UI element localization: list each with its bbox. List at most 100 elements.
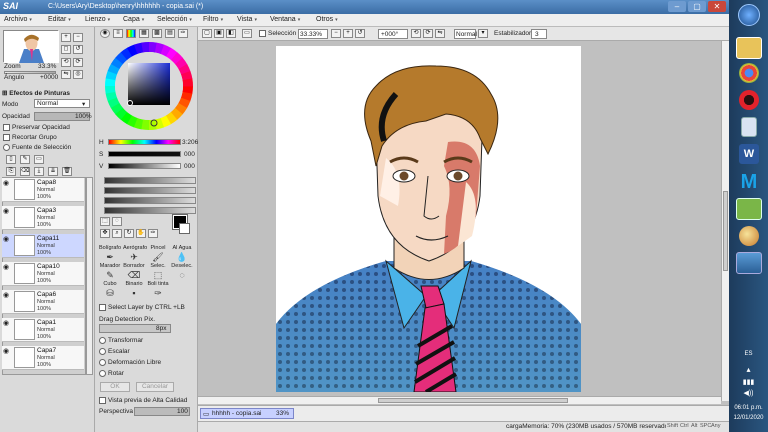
layer-row[interactable]: ◉ Capa1 Normal 100% — [2, 318, 84, 342]
value-slider[interactable] — [108, 163, 181, 169]
eyedropper-icon[interactable]: ✑ — [148, 229, 158, 238]
clock-time[interactable]: 06:01 p.m. — [729, 405, 768, 411]
tool-label[interactable]: Bolígrafo — [99, 245, 121, 251]
hq-preview-checkbox[interactable] — [99, 397, 106, 404]
tool-label[interactable]: Cubo — [99, 281, 121, 287]
tool-label[interactable]: Borrador — [123, 263, 145, 269]
canvas-horizontal-scrollbar[interactable] — [198, 396, 721, 404]
zoom-in-icon[interactable]: + — [61, 33, 71, 42]
horizontal-scroll-thumb[interactable] — [378, 398, 568, 403]
merge-down-icon[interactable]: ⤓ — [34, 167, 44, 176]
clear-layer-icon[interactable]: ⌫ — [20, 167, 30, 176]
drawing-canvas[interactable] — [276, 46, 581, 392]
layer-row[interactable]: ◉ Capa8 Normal 100% — [2, 178, 84, 202]
eyedropper-tab-icon[interactable]: ✑ — [178, 29, 188, 38]
layer-row[interactable]: ◉ Capa3 Normal 100% — [2, 206, 84, 230]
zoom-in-button-icon[interactable]: + — [343, 29, 353, 38]
layer-row[interactable]: ◉ Capa11 Normal 100% — [2, 234, 84, 258]
new-folder-icon[interactable]: ▭ — [34, 155, 44, 164]
hue-slider[interactable] — [108, 139, 181, 145]
zoom-out-button-icon[interactable]: − — [331, 29, 341, 38]
navigator-thumbnail[interactable] — [3, 30, 59, 63]
tool-brush-icon[interactable]: ✒ — [99, 252, 121, 263]
tool-label[interactable]: Al Agua — [171, 245, 193, 251]
rotate-radio[interactable] — [99, 370, 106, 377]
visibility-eye-icon[interactable]: ◉ — [3, 292, 11, 300]
mixer-slider-1[interactable] — [104, 177, 196, 184]
mode-field[interactable]: Normal — [454, 29, 477, 39]
zoom-tool-icon[interactable]: ⌕ — [112, 229, 122, 238]
menu-seleccion[interactable]: Selección ▾ — [157, 16, 192, 23]
mode-dropdown-icon[interactable]: ▾ — [478, 29, 488, 38]
rotate-left-icon[interactable]: ⟲ — [61, 58, 71, 67]
deselect-icon[interactable]: ▣ — [214, 29, 224, 38]
menu-archivo[interactable]: Archivo ▾ — [4, 16, 32, 23]
tool-brush-icon[interactable]: 🖌 — [147, 252, 169, 263]
tool-brush-icon[interactable]: ⌫ — [123, 270, 145, 281]
layer-scrollbar[interactable] — [86, 177, 93, 375]
select-all-icon[interactable]: ▢ — [202, 29, 212, 38]
tool-label[interactable]: Deselec. — [171, 263, 193, 269]
zoom-fit-icon[interactable]: ◻ — [61, 45, 71, 54]
saturation-slider[interactable] — [108, 151, 181, 157]
zoom-out-icon[interactable]: − — [73, 33, 83, 42]
opacity-slider[interactable]: 100% — [34, 112, 92, 121]
start-button-icon[interactable] — [738, 4, 760, 26]
paint-icon[interactable] — [739, 226, 759, 246]
notepad-icon[interactable] — [741, 117, 757, 137]
word-icon[interactable]: W — [739, 144, 759, 164]
blend-mode-select[interactable]: Normal ▾ — [34, 99, 90, 108]
tool-brush-icon[interactable]: ▪ — [123, 288, 145, 298]
clock-date[interactable]: 12/01/2020 — [729, 415, 768, 421]
clear-icon[interactable]: ▭ — [242, 29, 252, 38]
menu-filtro[interactable]: Filtro ▾ — [203, 16, 223, 23]
drag-detection-slider[interactable]: 8px — [99, 324, 171, 333]
swatches-tab-icon[interactable]: ▩ — [152, 29, 162, 38]
movistar-icon[interactable]: M — [736, 171, 762, 193]
tool-brush-icon[interactable]: ✎ — [99, 270, 121, 281]
visibility-eye-icon[interactable]: ◉ — [3, 348, 11, 356]
canvas-vertical-scrollbar[interactable] — [721, 41, 729, 401]
visibility-eye-icon[interactable]: ◉ — [3, 264, 11, 272]
new-layer-icon[interactable]: ▯ — [6, 155, 16, 164]
color-wheel[interactable] — [104, 41, 194, 131]
color-mixer-tab-icon[interactable]: ▦ — [139, 29, 149, 38]
preserve-opacity-checkbox[interactable] — [3, 124, 10, 131]
scale-radio[interactable] — [99, 348, 106, 355]
rotate-right-icon[interactable]: ⟳ — [73, 58, 83, 67]
hand-tool-icon[interactable]: ✋ — [136, 229, 146, 238]
merge-all-icon[interactable]: ⇊ — [48, 167, 58, 176]
invert-icon[interactable]: ◧ — [226, 29, 236, 38]
lasso-tool-icon[interactable]: ◌ — [112, 217, 122, 226]
menu-editar[interactable]: Editar ▾ — [48, 16, 71, 23]
tool-brush-icon[interactable]: ◌ — [171, 270, 193, 280]
zoom-value[interactable]: 33.3% — [38, 63, 56, 70]
notification-chevron-icon[interactable]: ▴ — [729, 365, 768, 374]
close-button[interactable]: ✕ — [708, 1, 726, 12]
volume-icon[interactable]: ◀)) — [729, 389, 768, 397]
mixer-slider-3[interactable] — [104, 197, 196, 204]
minimize-button[interactable]: – — [668, 1, 686, 12]
stabilizer-field[interactable]: 3 — [531, 29, 547, 39]
background-color-swatch[interactable] — [179, 223, 190, 234]
menu-ventana[interactable]: Ventana ▾ — [270, 16, 300, 23]
menu-vista[interactable]: Vista ▾ — [237, 16, 257, 23]
selection-checkbox[interactable] — [259, 30, 266, 37]
tool-brush-icon[interactable]: 💧 — [171, 252, 193, 263]
document-tab[interactable]: ▭ hhhhh - copia.sai 33% — [200, 408, 294, 419]
tool-brush-icon[interactable]: ✑ — [147, 288, 169, 299]
color-wheel-tab-icon[interactable]: ◉ — [100, 29, 110, 38]
select-layer-checkbox[interactable] — [99, 304, 106, 311]
layer-row[interactable]: ◉ Capa6 Normal 100% — [2, 290, 84, 314]
effects-header[interactable]: ⊞ Efectos de Pinturas — [2, 89, 70, 97]
layer-row[interactable]: ◉ Capa7 Normal 100% — [2, 346, 84, 370]
opera-icon[interactable] — [739, 90, 759, 110]
language-indicator[interactable]: ES — [729, 351, 768, 357]
angle-value[interactable]: +0000 — [40, 74, 58, 81]
tool-label[interactable]: Pincel — [147, 245, 169, 251]
visibility-eye-icon[interactable]: ◉ — [3, 180, 11, 188]
vertical-scroll-thumb[interactable] — [723, 191, 728, 271]
rotate-cw-icon[interactable]: ⟳ — [423, 29, 433, 38]
cancel-button[interactable]: Cancelar — [136, 382, 174, 392]
tool-label[interactable]: Marador — [99, 263, 121, 269]
